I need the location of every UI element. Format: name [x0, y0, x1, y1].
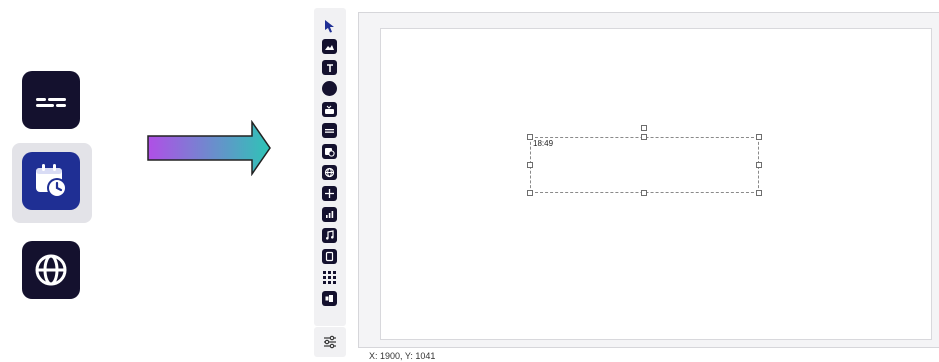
resize-handle-top-left[interactable] — [527, 134, 533, 140]
pointer-tool-icon[interactable] — [322, 18, 337, 33]
selected-datetime-element[interactable] — [530, 137, 759, 193]
tv-tool-icon[interactable] — [322, 249, 337, 264]
resize-handle-top-right[interactable] — [756, 134, 762, 140]
chart-tool-icon[interactable] — [322, 207, 337, 222]
datetime-element-text: 18:49 — [533, 139, 554, 148]
element-toolbar — [314, 8, 346, 326]
audio-tool-icon[interactable] — [322, 228, 337, 243]
resize-handle-top[interactable] — [641, 134, 647, 140]
table-tool-icon[interactable] — [322, 270, 337, 285]
text-strip-tool-icon[interactable] — [322, 123, 337, 138]
rotate-handle[interactable] — [641, 125, 647, 131]
resize-handle-bottom-right[interactable] — [756, 190, 762, 196]
settings-icon — [324, 335, 336, 349]
cursor-coordinates: X: 1900, Y: 1041 — [369, 351, 436, 361]
settings-button[interactable] — [314, 327, 346, 357]
resize-handle-bottom-left[interactable] — [527, 190, 533, 196]
resize-handle-right[interactable] — [756, 162, 762, 168]
image-tool-icon[interactable] — [322, 39, 337, 54]
text-element-icon[interactable] — [22, 71, 80, 129]
app-stage: 18:49 X: 1900, Y: 1041 — [0, 0, 939, 362]
shape-tool-icon[interactable] — [322, 81, 337, 96]
datetime-tool-icon[interactable] — [322, 144, 337, 159]
resize-handle-left[interactable] — [527, 162, 533, 168]
date-time-icon[interactable] — [22, 152, 80, 210]
text-tool-icon[interactable] — [322, 60, 337, 75]
document-tool-icon[interactable] — [322, 291, 337, 306]
resize-handle-bottom[interactable] — [641, 190, 647, 196]
youtube-tool-icon[interactable] — [322, 102, 337, 117]
grid-tool-icon[interactable] — [322, 186, 337, 201]
web-tool-icon[interactable] — [322, 165, 337, 180]
web-element-icon[interactable] — [22, 241, 80, 299]
arrow-right-icon — [147, 120, 271, 176]
